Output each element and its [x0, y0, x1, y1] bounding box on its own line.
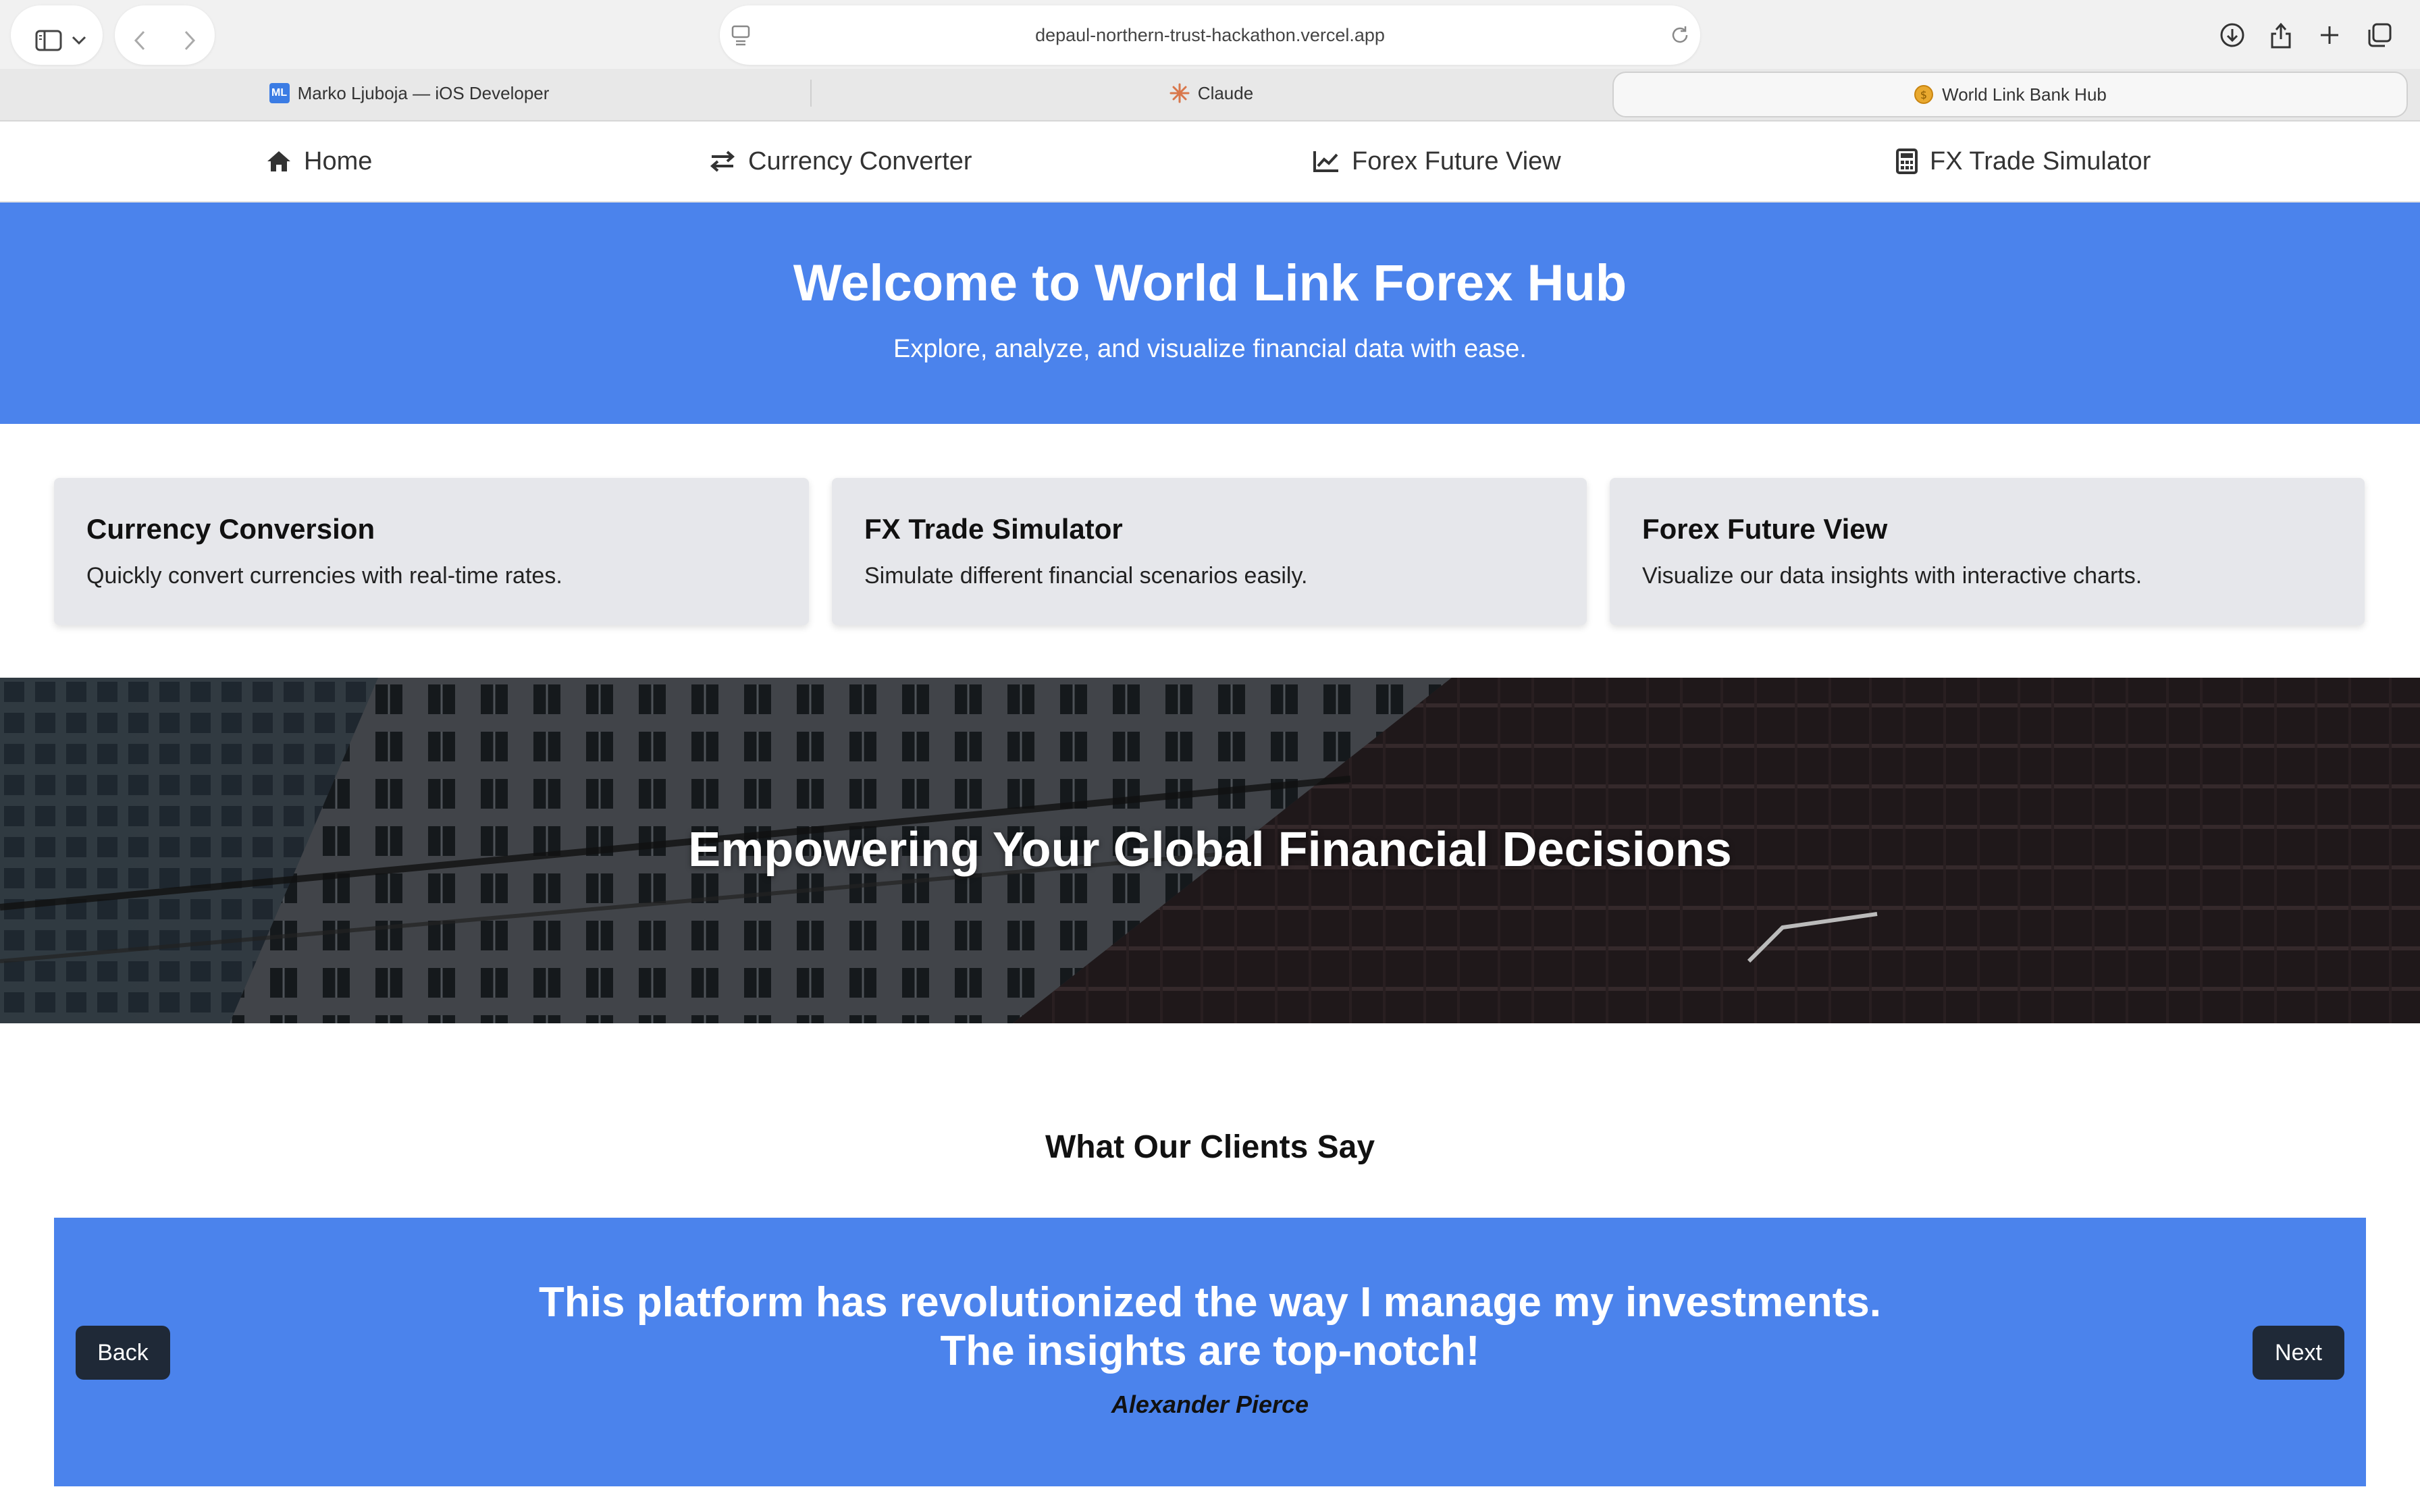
testimonial-next-button[interactable]: Next [2253, 1326, 2344, 1380]
forward-nav-button[interactable] [165, 14, 215, 68]
testimonial-carousel: This platform has revolutionized the way… [54, 1218, 2366, 1486]
reload-icon[interactable] [1669, 24, 1691, 46]
browser-toolbar: depaul-northern-trust-hackathon.vercel.a… [0, 0, 2420, 69]
chevron-left-icon [134, 30, 145, 51]
share-icon [2271, 22, 2291, 49]
feature-card-description: Visualize our data insights with interac… [1642, 563, 2142, 589]
address-bar[interactable]: depaul-northern-trust-hackathon.vercel.a… [720, 5, 1700, 65]
site-navbar: Home Currency Converter Forex Future Vie… [0, 122, 2420, 202]
exchange-arrows-icon [710, 151, 735, 172]
browser-tab-claude[interactable]: Claude [813, 72, 1610, 115]
feature-card-currency-conversion[interactable]: Currency Conversion Quickly convert curr… [54, 478, 809, 625]
feature-card-title: Currency Conversion [86, 513, 375, 545]
sidebar-icon [35, 30, 62, 51]
testimonial-author: Alexander Pierce [1111, 1390, 1309, 1418]
share-button[interactable] [2254, 8, 2308, 62]
chevron-right-icon [184, 30, 196, 51]
download-icon [2220, 23, 2244, 47]
testimonial-back-button[interactable]: Back [76, 1326, 170, 1380]
claude-sparkle-icon [1169, 83, 1190, 103]
browser-tab-world-link[interactable]: $ World Link Bank Hub [1612, 72, 2408, 117]
tab-divider [810, 80, 812, 107]
browser-tab-marko[interactable]: ML Marko Ljuboja — iOS Developer [11, 72, 808, 115]
nav-currency-converter-label: Currency Converter [748, 146, 972, 176]
hero-title: Welcome to World Link Forex Hub [793, 254, 1627, 312]
url-text: depaul-northern-trust-hackathon.vercel.a… [1035, 25, 1385, 45]
plus-icon [2321, 26, 2338, 44]
feature-card-fx-trade-simulator[interactable]: FX Trade Simulator Simulate different fi… [832, 478, 1587, 625]
feature-card-forex-future-view[interactable]: Forex Future View Visualize our data ins… [1610, 478, 2365, 625]
buildings-banner: Empowering Your Global Financial Decisio… [0, 678, 2420, 1023]
home-icon [267, 151, 290, 171]
tab-group-dropdown-button[interactable] [62, 14, 96, 68]
feature-card-title: Forex Future View [1642, 513, 1888, 545]
tab-label: World Link Bank Hub [1942, 84, 2107, 105]
feature-card-description: Quickly convert currencies with real-tim… [86, 563, 562, 589]
history-nav-group [115, 5, 215, 65]
calculator-icon [1896, 148, 1918, 174]
feature-card-title: FX Trade Simulator [864, 513, 1123, 545]
testimonials-heading: What Our Clients Say [1045, 1129, 1375, 1165]
hero-section: Welcome to World Link Forex Hub Explore,… [0, 202, 2420, 424]
nav-forex-future-view-label: Forex Future View [1352, 146, 1561, 176]
line-chart-icon [1313, 151, 1338, 172]
feature-card-description: Simulate different financial scenarios e… [864, 563, 1308, 589]
testimonial-quote: This platform has revolutionized the way… [54, 1278, 2366, 1376]
svg-text:$: $ [1920, 88, 1927, 101]
tab-overview-icon [2368, 23, 2392, 47]
nav-fx-trade-simulator[interactable]: FX Trade Simulator [1896, 122, 2151, 201]
ml-favicon: ML [269, 83, 290, 103]
testimonial-quote-line-2: The insights are top-notch! [940, 1328, 1480, 1374]
hero-subtitle: Explore, analyze, and visualize financia… [893, 335, 1527, 363]
chevron-down-icon [72, 36, 86, 45]
banner-title: Empowering Your Global Financial Decisio… [688, 823, 1732, 877]
testimonial-quote-line-1: This platform has revolutionized the way… [539, 1279, 1881, 1326]
nav-home[interactable]: Home [266, 122, 372, 201]
nav-currency-converter[interactable]: Currency Converter [709, 122, 972, 201]
nav-fx-trade-simulator-label: FX Trade Simulator [1930, 146, 2151, 176]
nav-forex-future-view[interactable]: Forex Future View [1313, 122, 1561, 201]
sidebar-toggle-group [11, 5, 103, 65]
tab-overview-button[interactable] [2352, 8, 2406, 62]
browser-tab-bar: ML Marko Ljuboja — iOS Developer Claude … [0, 69, 2420, 122]
coin-icon: $ [1914, 85, 1934, 104]
nav-home-label: Home [304, 146, 373, 176]
back-nav-button[interactable] [115, 14, 165, 68]
tab-label: Marko Ljuboja — iOS Developer [297, 82, 550, 103]
downloads-button[interactable] [2205, 8, 2259, 62]
new-tab-button[interactable] [2303, 8, 2357, 62]
tab-label: Claude [1197, 82, 1254, 103]
